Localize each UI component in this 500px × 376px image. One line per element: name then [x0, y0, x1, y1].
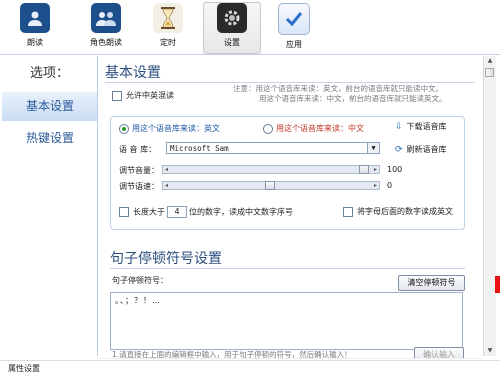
radio-english[interactable]: 用这个语音库来读：英文 [119, 123, 220, 134]
sidebar-item-basic[interactable]: 基本设置 [2, 92, 97, 121]
main-toolbar: 朗读 角色朗读 定时 设置 应用 [0, 0, 500, 55]
content-scrollbar[interactable]: ▲ ▼ [483, 56, 496, 356]
status-bar: 属性设置 [0, 360, 500, 375]
voice-lib-select[interactable]: Microsoft Sam ▼ [166, 142, 380, 154]
scroll-up-icon[interactable]: ▲ [484, 56, 496, 66]
length-checkbox[interactable]: 长度大于 4 位的数字，读成中文数字序号 [119, 206, 293, 218]
settings-content: 基本设置 允许中英混读 注意：用这个语音库来读：英文，前台的语音库就只能读中文。… [98, 56, 483, 358]
settings-button[interactable]: 设置 [203, 2, 261, 54]
person-icon [20, 3, 50, 33]
refresh-icon: ⟳ [395, 145, 403, 155]
role-read-button[interactable]: 角色朗读 [78, 3, 134, 53]
allow-mixed-checkbox[interactable]: 允许中英混读 [112, 90, 174, 101]
slider-left-arrow-icon[interactable]: ◂ [163, 166, 170, 173]
group-icon [91, 3, 121, 33]
slider-right-arrow-icon[interactable]: ▸ [372, 182, 379, 189]
volume-label: 调节音量： [119, 166, 159, 175]
options-sidebar: 选项： 基本设置 热键设置 [2, 56, 98, 356]
checkbox-box[interactable] [343, 206, 353, 217]
voice-panel: 用这个语音库来读：英文 用这个语音库来读：中文 ⇩ 下载语音库 语 音 库： Mi… [110, 116, 465, 230]
scrollbar-thumb[interactable] [485, 68, 494, 77]
apply-button[interactable]: 应用 [266, 3, 322, 53]
pause-symbols-label: 句子停顿符号： [112, 276, 168, 285]
chevron-down-icon[interactable]: ▼ [367, 143, 379, 153]
clear-pause-button[interactable]: 清空停顿符号 [398, 275, 465, 291]
speed-label: 调节语速： [119, 182, 159, 191]
refresh-voice-link[interactable]: ⟳ 刷新语音库 [395, 144, 447, 155]
radio-chinese[interactable]: 用这个语音库来读：中文 [263, 123, 364, 134]
voice-note: 注意：用这个语音库来读：英文，前台的语音库就只能读中文。 用这个语音库来读：中文… [233, 84, 447, 103]
section-divider [110, 268, 465, 269]
gear-icon [217, 3, 247, 33]
checkbox-icon [278, 3, 310, 35]
download-icon: ⇩ [395, 122, 403, 132]
slider-left-arrow-icon[interactable]: ◂ [163, 182, 170, 189]
checkbox-box[interactable] [112, 90, 122, 101]
length-input[interactable]: 4 [167, 206, 187, 218]
radio-english-dot[interactable] [119, 123, 129, 134]
volume-slider-thumb[interactable] [359, 165, 369, 174]
confirm-input-button[interactable]: 确认输入 [414, 347, 464, 358]
speed-slider-thumb[interactable] [265, 181, 275, 190]
radio-chinese-dot[interactable] [263, 123, 273, 134]
slider-right-arrow-icon[interactable]: ▸ [372, 166, 379, 173]
read-button[interactable]: 朗读 [7, 3, 63, 53]
content-bottom-border [98, 358, 483, 359]
edge-marker [495, 276, 500, 293]
speed-slider[interactable]: ◂ ▸ [162, 181, 380, 190]
download-voice-link[interactable]: ⇩ 下载语音库 [395, 121, 447, 132]
sidebar-title: 选项： [29, 66, 69, 81]
letter-checkbox[interactable]: 将字母后面的数字读成英文 [343, 206, 453, 217]
pause-hint: 1.请直接在上面的编辑框中输入，用于句子停顿的符号，然后确认输入！ [112, 350, 352, 358]
hourglass-icon [153, 3, 183, 33]
basic-settings-title: 基本设置 [105, 65, 161, 81]
scroll-down-icon[interactable]: ▼ [484, 346, 496, 356]
sidebar-item-hotkeys[interactable]: 热键设置 [2, 124, 97, 153]
speed-value: 0 [387, 181, 393, 190]
pause-settings-title: 句子停顿符号设置 [110, 251, 222, 267]
pause-symbols-input[interactable]: 。、；？！… [110, 292, 463, 350]
volume-slider[interactable]: ◂ ▸ [162, 165, 380, 174]
section-divider [105, 82, 475, 83]
volume-value: 100 [387, 165, 403, 174]
checkbox-box[interactable] [119, 207, 129, 217]
timer-button[interactable]: 定时 [140, 3, 196, 53]
voice-lib-label: 语 音 库： [119, 145, 157, 154]
